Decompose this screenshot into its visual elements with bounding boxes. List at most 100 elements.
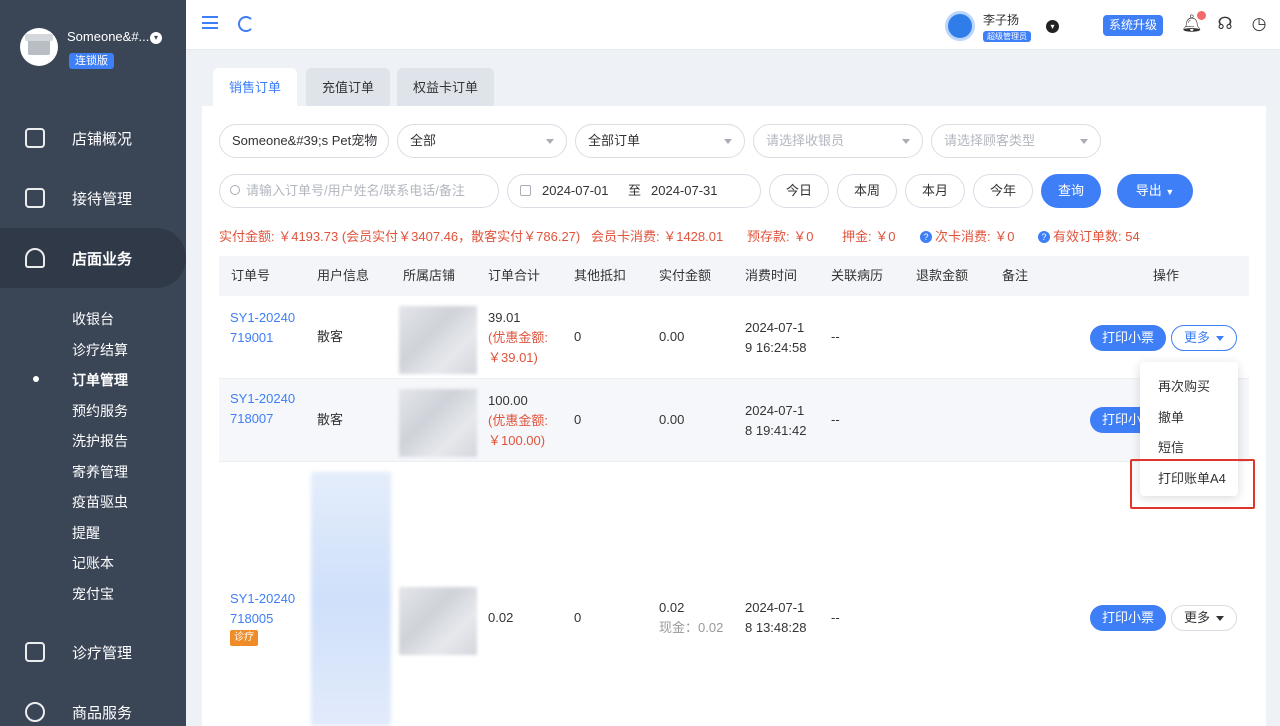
nav-label: 接待管理 xyxy=(72,190,133,208)
search-input[interactable]: 请输入订单号/用户姓名/联系电话/备注 xyxy=(219,174,499,208)
cashier-select[interactable]: 请选择收银员 xyxy=(753,124,923,158)
order-no-link[interactable]: SY1-20240 718007 xyxy=(230,389,295,429)
menu-item-cancel-order[interactable]: 撤单 xyxy=(1158,407,1184,426)
date-to[interactable]: 2024-07-31 xyxy=(651,175,718,207)
paid-amount: 0.00 xyxy=(659,412,685,427)
medical-record: -- xyxy=(831,412,840,427)
nav-store-business[interactable]: 店面业务 xyxy=(0,228,186,288)
home-icon xyxy=(25,248,45,268)
menu-item-buy-again[interactable]: 再次购买 xyxy=(1158,376,1210,395)
paid-value: 0.02 xyxy=(659,600,685,615)
menu-item-sms[interactable]: 短信 xyxy=(1158,437,1184,456)
sub-grooming-report[interactable]: 洗护报告 xyxy=(72,431,128,451)
help-icon[interactable]: ? xyxy=(920,231,932,243)
nav-goods-service[interactable]: 商品服务 xyxy=(0,682,186,726)
clipboard-icon xyxy=(25,188,45,208)
col-refund: 退款金额 xyxy=(916,268,969,283)
consume-time: 2024-07-1 8 19:41:42 xyxy=(745,401,806,441)
discount-line: ￥100.00) xyxy=(488,433,546,448)
store-name-blurred xyxy=(399,587,477,655)
date-from[interactable]: 2024-07-01 xyxy=(542,175,609,207)
chevron-down-icon[interactable]: ▾ xyxy=(1046,20,1059,33)
export-label: 导出 xyxy=(1135,183,1162,198)
monitor-icon xyxy=(25,128,45,148)
user-avatar[interactable] xyxy=(945,11,975,41)
treatment-tag: 诊疗 xyxy=(230,630,258,646)
tab-benefit-card-orders[interactable]: 权益卡订单 xyxy=(397,68,495,106)
chevron-down-icon xyxy=(724,139,732,144)
nav-store-overview[interactable]: 店铺概况 xyxy=(0,108,186,168)
caret-down-icon xyxy=(1216,616,1224,621)
col-order-no: 订单号 xyxy=(231,268,271,283)
this-week-button[interactable]: 本周 xyxy=(837,174,897,208)
today-button[interactable]: 今日 xyxy=(769,174,829,208)
other-deduction: 0 xyxy=(574,329,582,344)
sub-appointment[interactable]: 预约服务 xyxy=(72,401,128,421)
chevron-down-icon[interactable]: ▾ xyxy=(150,32,162,44)
order-no-line: SY1-20240 xyxy=(230,591,296,606)
help-icon[interactable]: ? xyxy=(1038,231,1050,243)
bag-icon xyxy=(25,702,45,722)
more-button[interactable]: 更多 xyxy=(1171,605,1237,631)
export-button[interactable]: 导出 ▼ xyxy=(1117,174,1193,208)
order-no-link[interactable]: SY1-20240 718005 xyxy=(230,589,295,629)
store-select-value: Someone&#39;s Pet宠物 xyxy=(232,133,378,148)
nav-label: 店面业务 xyxy=(72,250,133,268)
order-no-link[interactable]: SY1-20240 719001 xyxy=(230,308,295,348)
sub-reminder[interactable]: 提醒 xyxy=(72,523,100,543)
order-total: 0.02 xyxy=(488,610,514,625)
sub-bookkeeping[interactable]: 记账本 xyxy=(72,553,114,573)
query-button[interactable]: 查询 xyxy=(1041,174,1101,208)
store-header[interactable]: Someone&#... ▾ 连锁版 xyxy=(0,0,186,90)
medical-record: -- xyxy=(831,329,840,344)
consume-time: 2024-07-1 8 13:48:28 xyxy=(745,598,806,638)
order-type-value: 全部订单 xyxy=(588,133,641,148)
tab-recharge-orders[interactable]: 充值订单 xyxy=(306,68,391,106)
valid-orders-text: 有效订单数: 54 xyxy=(1053,229,1140,244)
order-type-select[interactable]: 全部订单 xyxy=(575,124,745,158)
user-info: 散客 xyxy=(317,329,344,344)
time-line: 9 16:24:58 xyxy=(745,340,807,355)
clock-icon[interactable]: ◷ xyxy=(1249,14,1269,34)
menu-icon[interactable] xyxy=(202,16,218,29)
total-value: 100.00 xyxy=(488,393,528,408)
sub-boarding[interactable]: 寄养管理 xyxy=(72,462,128,482)
chevron-down-icon xyxy=(368,139,376,144)
print-receipt-button[interactable]: 打印小票 xyxy=(1090,325,1167,351)
highlight-box xyxy=(1130,459,1255,509)
discount-line: (优惠金额: xyxy=(488,330,548,345)
tab-sales-orders[interactable]: 销售订单 xyxy=(213,68,298,106)
scope-select[interactable]: 全部 xyxy=(397,124,567,158)
headset-icon[interactable]: ☊ xyxy=(1215,14,1235,34)
col-store: 所属店铺 xyxy=(403,268,456,283)
this-year-button[interactable]: 今年 xyxy=(973,174,1033,208)
other-deduction: 0 xyxy=(574,412,582,427)
sub-pay[interactable]: 宠付宝 xyxy=(72,584,114,604)
print-receipt-button[interactable]: 打印小票 xyxy=(1090,605,1167,631)
upgrade-button[interactable]: 系统升级 xyxy=(1103,15,1164,36)
calendar-icon xyxy=(520,185,531,196)
order-total: 39.01 (优惠金额: ￥39.01) xyxy=(488,308,548,368)
store-name-blurred xyxy=(399,389,477,457)
paid-note: 现金：0.02 xyxy=(659,620,724,635)
store-select[interactable]: Someone&#39;s Pet宠物 xyxy=(219,124,389,158)
sub-order-management[interactable]: 订单管理 xyxy=(72,370,128,390)
this-month-button[interactable]: 本月 xyxy=(905,174,965,208)
date-range-picker[interactable]: 2024-07-01 至 2024-07-31 xyxy=(507,174,761,208)
times-card-text: 次卡消费: ￥0 xyxy=(935,229,1015,244)
sub-treatment-settle[interactable]: 诊疗结算 xyxy=(72,340,128,360)
total-value: 39.01 xyxy=(488,310,521,325)
customer-type-select[interactable]: 请选择顾客类型 xyxy=(931,124,1101,158)
user-info-blurred xyxy=(311,472,391,726)
sub-cashier[interactable]: 收银台 xyxy=(72,309,114,329)
col-remark: 备注 xyxy=(1002,268,1029,283)
nav-reception[interactable]: 接待管理 xyxy=(0,168,186,228)
order-no-line: 718007 xyxy=(230,411,274,426)
nav-label: 商品服务 xyxy=(72,704,133,722)
more-button[interactable]: 更多 xyxy=(1171,325,1237,351)
nav-treatment[interactable]: 诊疗管理 xyxy=(0,622,186,682)
sub-vaccine[interactable]: 疫苗驱虫 xyxy=(72,492,128,512)
edition-badge: 连锁版 xyxy=(69,53,114,69)
caret-down-icon: ▼ xyxy=(1165,187,1175,197)
refresh-icon[interactable] xyxy=(238,16,254,32)
